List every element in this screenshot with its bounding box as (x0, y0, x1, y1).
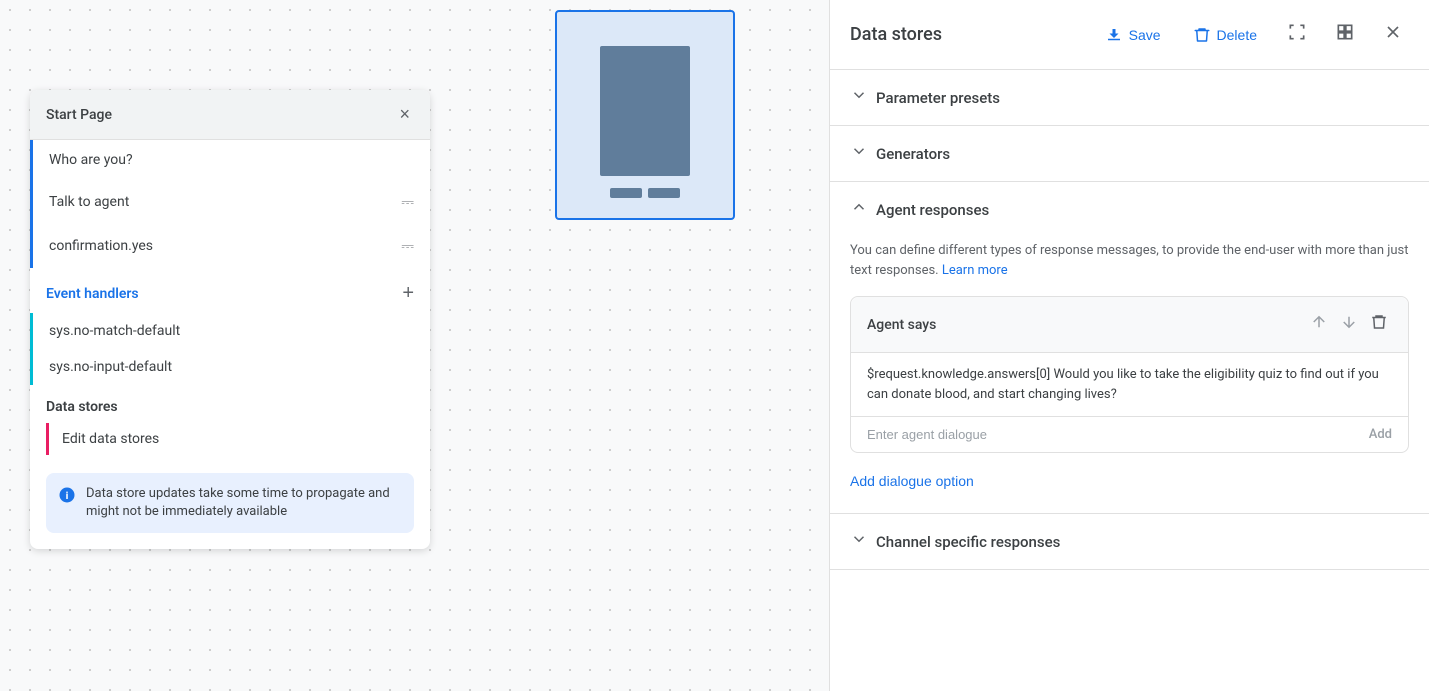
delete-label: Delete (1217, 27, 1257, 43)
flow-card-btn-1 (610, 188, 642, 198)
nav-item-label: Who are you? (49, 152, 414, 168)
document-icon: ⎓ (401, 192, 414, 212)
agent-responses-body: You can define different types of respon… (830, 237, 1429, 513)
agent-says-card: Agent says (850, 296, 1409, 453)
move-up-button[interactable] (1306, 309, 1332, 340)
save-icon (1105, 26, 1123, 44)
agent-says-content: $request.knowledge.answers[0] Would you … (851, 353, 1408, 416)
learn-more-link[interactable]: Learn more (942, 263, 1008, 278)
nav-item-label: confirmation.yes (49, 238, 401, 254)
move-down-button[interactable] (1336, 309, 1362, 340)
agent-responses-description: You can define different types of respon… (850, 241, 1409, 280)
event-item-no-input[interactable]: sys.no-input-default (30, 349, 430, 385)
event-item-label: sys.no-input-default (49, 359, 172, 375)
delete-icon (1193, 26, 1211, 44)
document-icon: ⎓ (401, 236, 414, 256)
flow-card-buttons (610, 188, 680, 198)
info-box: i Data store updates take some time to p… (46, 473, 414, 533)
center-panel (460, 0, 829, 691)
grid-icon (1335, 22, 1355, 42)
datastores-section: Data stores Edit data stores (30, 385, 430, 463)
delete-agent-says-button[interactable] (1366, 309, 1392, 340)
generators-title: Generators (876, 145, 950, 163)
delete-button[interactable]: Delete (1185, 20, 1265, 50)
info-icon: i (58, 486, 76, 509)
event-handlers-title: Event handlers (46, 286, 139, 302)
card-title: Start Page (46, 107, 112, 123)
nav-item-talk-to-agent[interactable]: Talk to agent ⎓ (30, 180, 430, 224)
close-icon (1383, 22, 1403, 42)
card-body: Who are you? Talk to agent ⎓ confirmatio… (30, 140, 430, 533)
agent-responses-title: Agent responses (876, 201, 989, 219)
info-message: Data store updates take some time to pro… (86, 485, 402, 521)
add-event-handler-button[interactable]: + (402, 282, 414, 305)
right-panel-header: Data stores Save Delete (830, 0, 1429, 70)
right-panel: Data stores Save Delete (829, 0, 1429, 691)
flow-diagram-card (555, 10, 735, 220)
left-panel: Start Page × Who are you? Talk to agent … (0, 0, 460, 691)
save-label: Save (1129, 27, 1161, 43)
datastores-title: Data stores (46, 399, 414, 415)
parameter-presets-title: Parameter presets (876, 89, 1000, 107)
close-button[interactable]: × (395, 102, 414, 127)
add-dialogue-option-button[interactable]: Add dialogue option (850, 465, 974, 497)
svg-text:i: i (66, 489, 69, 502)
agent-responses-header[interactable]: Agent responses (830, 182, 1429, 237)
channel-specific-header[interactable]: Channel specific responses (830, 514, 1429, 569)
expand-icon (1287, 22, 1307, 42)
event-handlers-section: Event handlers + (30, 268, 430, 313)
agent-dialogue-input-row: Add (851, 416, 1408, 452)
close-right-panel-button[interactable] (1377, 16, 1409, 53)
channel-specific-section: Channel specific responses (830, 514, 1429, 570)
generators-section: Generators (830, 126, 1429, 182)
add-label: Add (1369, 427, 1392, 442)
nav-item-label: Talk to agent (49, 194, 401, 210)
agent-says-controls (1306, 309, 1392, 340)
event-item-label: sys.no-match-default (49, 323, 180, 339)
flow-card-btn-2 (648, 188, 680, 198)
chevron-down-icon (850, 142, 868, 165)
nav-item-who-are-you[interactable]: Who are you? (30, 140, 430, 180)
channel-specific-title: Channel specific responses (876, 533, 1060, 551)
chevron-down-icon (850, 530, 868, 553)
agent-says-title: Agent says (867, 317, 1298, 333)
generators-header[interactable]: Generators (830, 126, 1429, 181)
right-panel-title: Data stores (850, 24, 1081, 45)
expand-button[interactable] (1281, 16, 1313, 53)
right-panel-body: Parameter presets Generators (830, 70, 1429, 691)
nav-item-confirmation-yes[interactable]: confirmation.yes ⎓ (30, 224, 430, 268)
edit-datastores-item[interactable]: Edit data stores (46, 423, 414, 455)
chevron-up-icon (850, 198, 868, 221)
agent-dialogue-input[interactable] (867, 427, 1361, 442)
event-item-no-match[interactable]: sys.no-match-default (30, 313, 430, 349)
agent-says-header: Agent says (851, 297, 1408, 353)
flow-diagram-inner (600, 46, 690, 176)
chevron-down-icon (850, 86, 868, 109)
save-button[interactable]: Save (1097, 20, 1169, 50)
parameter-presets-section: Parameter presets (830, 70, 1429, 126)
edit-datastores-label: Edit data stores (62, 431, 159, 447)
parameter-presets-header[interactable]: Parameter presets (830, 70, 1429, 125)
grid-button[interactable] (1329, 16, 1361, 53)
card-header: Start Page × (30, 90, 430, 140)
start-page-card: Start Page × Who are you? Talk to agent … (30, 90, 430, 549)
agent-responses-section: Agent responses You can define different… (830, 182, 1429, 514)
